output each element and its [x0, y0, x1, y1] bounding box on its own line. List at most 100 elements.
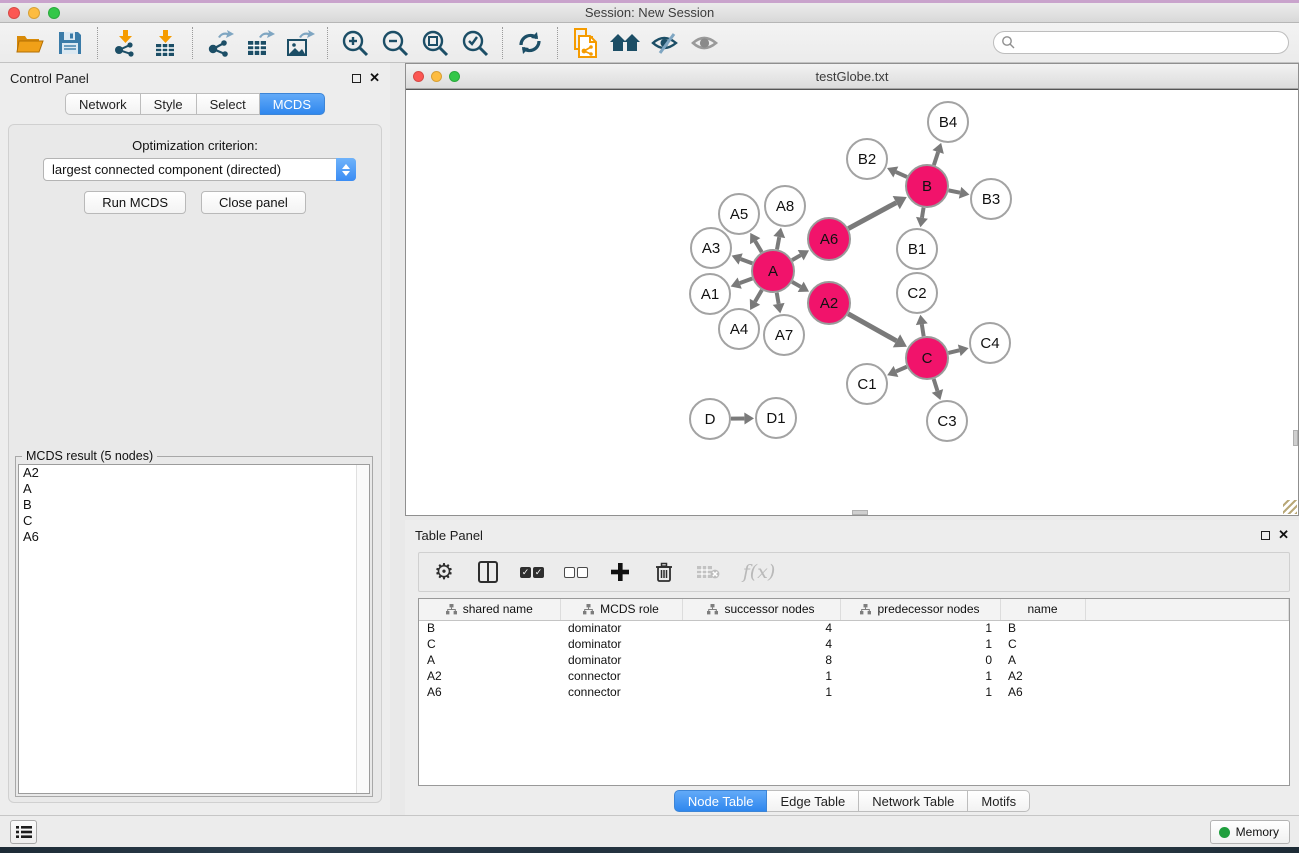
import-network-button[interactable]: [105, 25, 145, 61]
mcds-result-item[interactable]: A2: [19, 465, 369, 481]
float-panel-icon[interactable]: [352, 74, 361, 83]
export-table-button[interactable]: [240, 25, 280, 61]
float-panel-icon[interactable]: [1261, 531, 1270, 540]
show-task-history-button[interactable]: [10, 820, 37, 844]
criterion-dropdown[interactable]: largest connected component (directed): [43, 158, 356, 181]
table-cell[interactable]: 1: [682, 668, 840, 684]
close-panel-icon[interactable]: ✕: [1278, 530, 1289, 540]
edge-C-C1[interactable]: [896, 367, 907, 372]
table-settings-button[interactable]: ⚙: [431, 558, 457, 586]
mcds-result-item[interactable]: A6: [19, 529, 369, 545]
splitter-handle-vertical[interactable]: [1293, 430, 1298, 446]
close-panel-icon[interactable]: ✕: [369, 73, 380, 83]
window-resize-grip[interactable]: [1283, 500, 1297, 514]
edge-A-A6[interactable]: [792, 255, 801, 260]
column-layout-button[interactable]: [475, 558, 501, 586]
table-cell[interactable]: A2: [1000, 668, 1085, 684]
node-C2[interactable]: C2: [897, 273, 937, 313]
edge-A6-B[interactable]: [848, 203, 896, 229]
edge-B-B3[interactable]: [949, 190, 960, 192]
tab-node-table[interactable]: Node Table: [674, 790, 768, 812]
mcds-result-list[interactable]: A2ABCA6: [18, 464, 370, 794]
zoom-in-button[interactable]: [335, 25, 375, 61]
node-B4[interactable]: B4: [928, 102, 968, 142]
tab-style[interactable]: Style: [141, 93, 197, 115]
zoom-out-button[interactable]: [375, 25, 415, 61]
node-A8[interactable]: A8: [765, 186, 805, 226]
table-cell[interactable]: connector: [560, 668, 682, 684]
node-B2[interactable]: B2: [847, 139, 887, 179]
edge-A-A4[interactable]: [755, 290, 762, 302]
edge-B-B4[interactable]: [934, 152, 938, 165]
node-A[interactable]: A: [752, 250, 794, 292]
edge-A-A5[interactable]: [755, 241, 762, 252]
column-header-successor-nodes[interactable]: successor nodes: [682, 599, 840, 620]
table-cell[interactable]: 1: [682, 684, 840, 700]
function-builder-button[interactable]: f(x): [739, 558, 779, 586]
edge-A-A3[interactable]: [741, 259, 753, 263]
node-B3[interactable]: B3: [971, 179, 1011, 219]
zoom-fit-button[interactable]: [415, 25, 455, 61]
memory-status-button[interactable]: Memory: [1210, 820, 1290, 844]
search-input[interactable]: [993, 31, 1289, 54]
apply-layout-button[interactable]: [510, 25, 550, 61]
table-cell[interactable]: 1: [840, 668, 1000, 684]
column-header-shared-name[interactable]: shared name: [419, 599, 560, 620]
table-cell[interactable]: 1: [840, 620, 1000, 636]
network-canvas[interactable]: AA6A2BCA1A3A4A5A7A8B1B2B3B4C1C2C3C4DD1: [406, 89, 1298, 515]
mcds-result-item[interactable]: C: [19, 513, 369, 529]
column-header-predecessor-nodes[interactable]: predecessor nodes: [840, 599, 1000, 620]
table-cell[interactable]: B: [1000, 620, 1085, 636]
table-cell[interactable]: dominator: [560, 636, 682, 652]
mcds-result-item[interactable]: B: [19, 497, 369, 513]
table-cell[interactable]: A2: [419, 668, 560, 684]
table-cell[interactable]: 1: [840, 684, 1000, 700]
tab-mcds[interactable]: MCDS: [260, 93, 325, 115]
table-cell[interactable]: 1: [840, 636, 1000, 652]
table-cell[interactable]: A6: [419, 684, 560, 700]
splitter-handle-horizontal[interactable]: [852, 510, 868, 515]
table-cell[interactable]: A: [1000, 652, 1085, 668]
table-cell[interactable]: dominator: [560, 652, 682, 668]
table-cell[interactable]: A6: [1000, 684, 1085, 700]
node-D1[interactable]: D1: [756, 398, 796, 438]
zoom-selected-button[interactable]: [455, 25, 495, 61]
node-A2[interactable]: A2: [808, 282, 850, 324]
table-cell[interactable]: C: [419, 636, 560, 652]
node-A7[interactable]: A7: [764, 315, 804, 355]
node-A4[interactable]: A4: [719, 309, 759, 349]
deselect-all-columns-button[interactable]: [563, 558, 589, 586]
show-graphics-details-button[interactable]: [685, 25, 725, 61]
clone-network-button[interactable]: [565, 25, 605, 61]
import-table-button[interactable]: [145, 25, 185, 61]
table-cell[interactable]: 8: [682, 652, 840, 668]
delete-table-button[interactable]: [695, 558, 721, 586]
tab-network[interactable]: Network: [65, 93, 141, 115]
column-header-mcds-role[interactable]: MCDS role: [560, 599, 682, 620]
open-session-button[interactable]: [10, 25, 50, 61]
tab-select[interactable]: Select: [197, 93, 260, 115]
add-column-button[interactable]: [607, 558, 633, 586]
column-header-name[interactable]: name: [1000, 599, 1085, 620]
table-row[interactable]: A2connector11A2: [419, 668, 1289, 684]
tab-edge-table[interactable]: Edge Table: [767, 790, 859, 812]
table-cell[interactable]: 4: [682, 636, 840, 652]
table-cell[interactable]: B: [419, 620, 560, 636]
edge-B-B2[interactable]: [896, 172, 907, 177]
node-B[interactable]: B: [906, 165, 948, 207]
node-C[interactable]: C: [906, 337, 948, 379]
node-D[interactable]: D: [690, 399, 730, 439]
table-cell[interactable]: 4: [682, 620, 840, 636]
node-C1[interactable]: C1: [847, 364, 887, 404]
node-C3[interactable]: C3: [927, 401, 967, 441]
table-cell[interactable]: C: [1000, 636, 1085, 652]
node-A5[interactable]: A5: [719, 194, 759, 234]
edge-C-C4[interactable]: [948, 350, 959, 353]
tab-network-table[interactable]: Network Table: [859, 790, 968, 812]
table-cell[interactable]: dominator: [560, 620, 682, 636]
export-image-button[interactable]: [280, 25, 320, 61]
export-network-button[interactable]: [200, 25, 240, 61]
result-list-scrollbar[interactable]: [356, 465, 369, 793]
close-panel-button[interactable]: Close panel: [201, 191, 306, 214]
edge-C-C2[interactable]: [922, 324, 924, 336]
